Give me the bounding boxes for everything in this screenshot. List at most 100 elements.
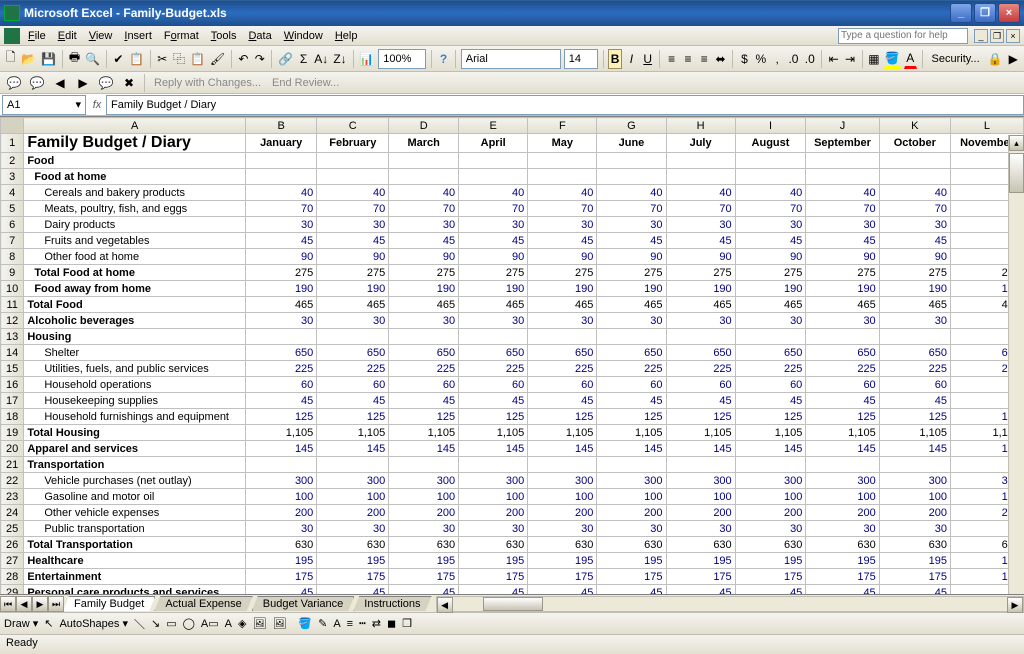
- cell[interactable]: [389, 457, 459, 473]
- cell[interactable]: Healthcare: [24, 553, 246, 569]
- cell[interactable]: 200: [459, 505, 528, 521]
- cell[interactable]: 175: [389, 569, 459, 585]
- cell[interactable]: 70: [459, 201, 528, 217]
- column-header[interactable]: A: [24, 118, 246, 134]
- cell[interactable]: Utilities, fuels, and public services: [24, 361, 246, 377]
- cell[interactable]: [459, 457, 528, 473]
- cell[interactable]: 195: [735, 553, 806, 569]
- cell[interactable]: Housing: [24, 329, 246, 345]
- cell[interactable]: 45: [246, 233, 317, 249]
- sort-asc-icon[interactable]: A↓: [313, 49, 329, 69]
- cell[interactable]: 630: [735, 537, 806, 553]
- cell[interactable]: [317, 153, 389, 169]
- menu-edit[interactable]: Edit: [52, 28, 83, 44]
- cell[interactable]: 45: [597, 233, 666, 249]
- cell[interactable]: 45: [246, 585, 317, 595]
- fillcolor2-icon[interactable]: 🪣: [298, 617, 312, 630]
- cell[interactable]: 300: [246, 473, 317, 489]
- row-header[interactable]: 19: [1, 425, 24, 441]
- cell[interactable]: 630: [389, 537, 459, 553]
- cell[interactable]: 650: [597, 345, 666, 361]
- cell[interactable]: 465: [806, 297, 879, 313]
- cell[interactable]: 45: [806, 585, 879, 595]
- column-header[interactable]: B: [246, 118, 317, 134]
- cell[interactable]: 70: [246, 201, 317, 217]
- cell[interactable]: 145: [246, 441, 317, 457]
- cell[interactable]: 190: [597, 281, 666, 297]
- cell[interactable]: 45: [317, 233, 389, 249]
- cell[interactable]: 45: [597, 585, 666, 595]
- cell[interactable]: 45: [735, 585, 806, 595]
- cell[interactable]: [666, 169, 735, 185]
- security-button[interactable]: Security...: [928, 53, 984, 65]
- increase-decimal-icon[interactable]: .0: [787, 49, 800, 69]
- cell[interactable]: 45: [666, 393, 735, 409]
- cell[interactable]: 195: [806, 553, 879, 569]
- cell[interactable]: April: [459, 134, 528, 153]
- cell[interactable]: 190: [528, 281, 597, 297]
- italic-button[interactable]: I: [625, 49, 638, 69]
- cell[interactable]: 100: [735, 489, 806, 505]
- cell[interactable]: 300: [389, 473, 459, 489]
- merge-icon[interactable]: ⬌: [714, 49, 727, 69]
- cell[interactable]: Total Food at home: [24, 265, 246, 281]
- cell[interactable]: [735, 457, 806, 473]
- cell[interactable]: 30: [806, 313, 879, 329]
- cell[interactable]: 100: [389, 489, 459, 505]
- cell[interactable]: [806, 457, 879, 473]
- cell[interactable]: 650: [806, 345, 879, 361]
- row-header[interactable]: 12: [1, 313, 24, 329]
- cell[interactable]: 1,105: [246, 425, 317, 441]
- cell[interactable]: 190: [735, 281, 806, 297]
- cell[interactable]: 30: [666, 313, 735, 329]
- cell[interactable]: 145: [666, 441, 735, 457]
- cell[interactable]: [459, 169, 528, 185]
- cell[interactable]: 200: [528, 505, 597, 521]
- cell[interactable]: 30: [246, 217, 317, 233]
- row-header[interactable]: 14: [1, 345, 24, 361]
- draw-menu[interactable]: Draw ▾: [4, 617, 38, 630]
- cell[interactable]: Public transportation: [24, 521, 246, 537]
- cell[interactable]: 225: [459, 361, 528, 377]
- diagram-icon[interactable]: ◈: [238, 617, 246, 630]
- cell[interactable]: [806, 329, 879, 345]
- cell[interactable]: 40: [666, 185, 735, 201]
- cell[interactable]: 630: [879, 537, 950, 553]
- cell[interactable]: 45: [389, 233, 459, 249]
- hscroll-thumb[interactable]: [483, 597, 543, 611]
- cell[interactable]: Entertainment: [24, 569, 246, 585]
- cell[interactable]: 145: [459, 441, 528, 457]
- cell[interactable]: 45: [246, 393, 317, 409]
- macro-sec-icon[interactable]: 🔒: [987, 49, 1004, 69]
- cell[interactable]: 40: [246, 185, 317, 201]
- cell[interactable]: 60: [879, 377, 950, 393]
- cell[interactable]: 125: [459, 409, 528, 425]
- cell[interactable]: Household operations: [24, 377, 246, 393]
- cell[interactable]: 100: [666, 489, 735, 505]
- cell[interactable]: 225: [735, 361, 806, 377]
- cell[interactable]: 90: [666, 249, 735, 265]
- line-icon[interactable]: ＼: [134, 616, 145, 632]
- cell[interactable]: 60: [317, 377, 389, 393]
- cell[interactable]: [597, 457, 666, 473]
- redo-icon[interactable]: ↷: [253, 49, 266, 69]
- cell[interactable]: 40: [597, 185, 666, 201]
- new-comment-icon[interactable]: 💬: [4, 73, 24, 93]
- sheet-tab-active[interactable]: Family Budget: [63, 596, 155, 611]
- cell[interactable]: 60: [806, 377, 879, 393]
- cell[interactable]: Alcoholic beverages: [24, 313, 246, 329]
- cell[interactable]: [246, 153, 317, 169]
- cell[interactable]: 90: [597, 249, 666, 265]
- cell[interactable]: [528, 153, 597, 169]
- shadow-icon[interactable]: ◼: [387, 617, 396, 630]
- cell[interactable]: 300: [879, 473, 950, 489]
- cell[interactable]: 30: [528, 217, 597, 233]
- cell[interactable]: Personal care products and services: [24, 585, 246, 595]
- cell[interactable]: 70: [317, 201, 389, 217]
- cell[interactable]: 100: [246, 489, 317, 505]
- menu-tools[interactable]: Tools: [205, 28, 243, 44]
- cell[interactable]: 465: [666, 297, 735, 313]
- cell[interactable]: 70: [879, 201, 950, 217]
- cell[interactable]: 175: [806, 569, 879, 585]
- research-icon[interactable]: 📋: [128, 49, 145, 69]
